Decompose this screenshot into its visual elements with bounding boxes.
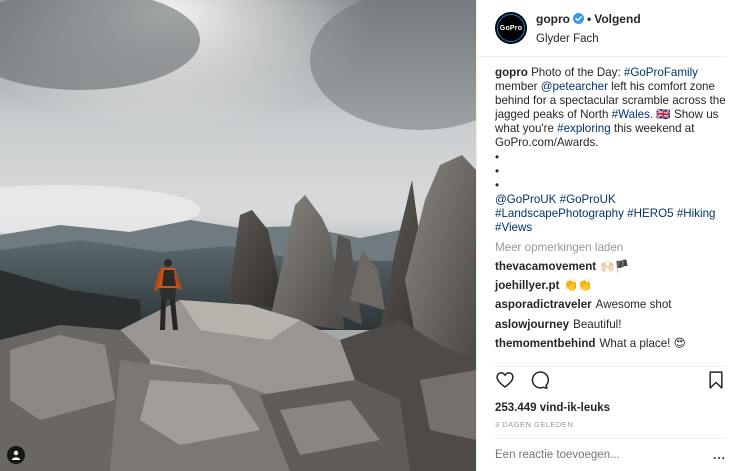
hashtag-link[interactable]: #LandscapePhotography: [495, 207, 624, 220]
comment-text: Awesome shot: [595, 298, 672, 312]
bullet: •: [495, 150, 500, 164]
follow-button[interactable]: Volgend: [594, 12, 640, 26]
action-icons-row: [495, 369, 726, 391]
user-tag-icon[interactable]: [7, 446, 25, 464]
post-side-panel: GoPro gopro • Volgend Glyder Fach gopro …: [476, 0, 740, 471]
comment-form: ...: [495, 438, 726, 471]
location-link[interactable]: Glyder Fach: [536, 33, 641, 45]
caption-text: Photo of the Day:: [531, 66, 624, 79]
mention-link[interactable]: @GoProUK: [495, 193, 556, 206]
add-comment-input[interactable]: [495, 449, 713, 461]
post-timestamp[interactable]: 3 DAGEN GELEDEN: [495, 420, 726, 429]
hashtag-link[interactable]: #GoProFamily: [624, 66, 698, 79]
comment-icon[interactable]: [529, 370, 549, 390]
comment-item: themomentbehind What a place! 😍: [495, 337, 727, 351]
hashtag-link[interactable]: #exploring: [557, 122, 611, 135]
post-header: GoPro gopro • Volgend Glyder Fach: [477, 0, 726, 57]
heart-icon[interactable]: [495, 370, 515, 390]
avatar[interactable]: GoPro: [495, 12, 527, 44]
comments-section: gopro Photo of the Day: #GoProFamily mem…: [495, 66, 727, 351]
header-text: gopro • Volgend Glyder Fach: [536, 12, 641, 45]
caption-text: member: [495, 80, 541, 94]
caption-username[interactable]: gopro: [495, 66, 528, 79]
comment-username[interactable]: joehillyer.pt: [495, 279, 559, 293]
bookmark-icon[interactable]: [706, 370, 726, 390]
comment-username[interactable]: thevacamovement: [495, 260, 596, 274]
post-photo[interactable]: [0, 0, 476, 471]
username-link[interactable]: gopro: [536, 12, 570, 26]
likes-count[interactable]: 253.449 vind-ik-leuks: [495, 402, 726, 414]
comment-item: asporadictraveler Awesome shot: [495, 298, 727, 312]
hashtag-link[interactable]: #Hiking: [677, 207, 716, 220]
hashtag-link[interactable]: #HERO5: [627, 207, 673, 220]
mountain-photo-image: [0, 0, 476, 471]
load-more-comments-button[interactable]: Meer opmerkingen laden: [495, 241, 727, 255]
comment-text: 👏👏: [563, 279, 593, 293]
mention-link[interactable]: @petearcher: [541, 80, 608, 93]
bullet: •: [495, 178, 500, 192]
comment-username[interactable]: asporadictraveler: [495, 298, 592, 312]
hashtag-link[interactable]: #GoProUK: [560, 193, 616, 206]
comment-username[interactable]: themomentbehind: [495, 337, 595, 351]
separator-dot: •: [587, 11, 592, 26]
comment-text: 🙌🏻🏴: [600, 260, 630, 274]
comment-text: Beautiful!: [573, 317, 622, 331]
caption: gopro Photo of the Day: #GoProFamily mem…: [495, 66, 727, 235]
more-options-button[interactable]: ...: [713, 448, 726, 462]
hashtag-link[interactable]: #Views: [495, 221, 532, 234]
comment-item: joehillyer.pt 👏👏: [495, 279, 727, 293]
instagram-post: GoPro gopro • Volgend Glyder Fach gopro …: [0, 0, 740, 471]
verified-icon: [573, 13, 584, 24]
hashtag-link[interactable]: #Wales: [612, 108, 650, 121]
comment-text: What a place! 😍: [599, 336, 686, 350]
comment-username[interactable]: aslowjourney: [495, 318, 569, 332]
comment-item: thevacamovement 🙌🏻🏴: [495, 260, 727, 274]
avatar-ring: [497, 14, 525, 42]
header-line: gopro • Volgend: [536, 12, 641, 26]
post-actions: 253.449 vind-ik-leuks 3 DAGEN GELEDEN: [495, 366, 726, 429]
comment-item: aslowjourney Beautiful!: [495, 318, 727, 332]
bullet: •: [495, 164, 500, 178]
